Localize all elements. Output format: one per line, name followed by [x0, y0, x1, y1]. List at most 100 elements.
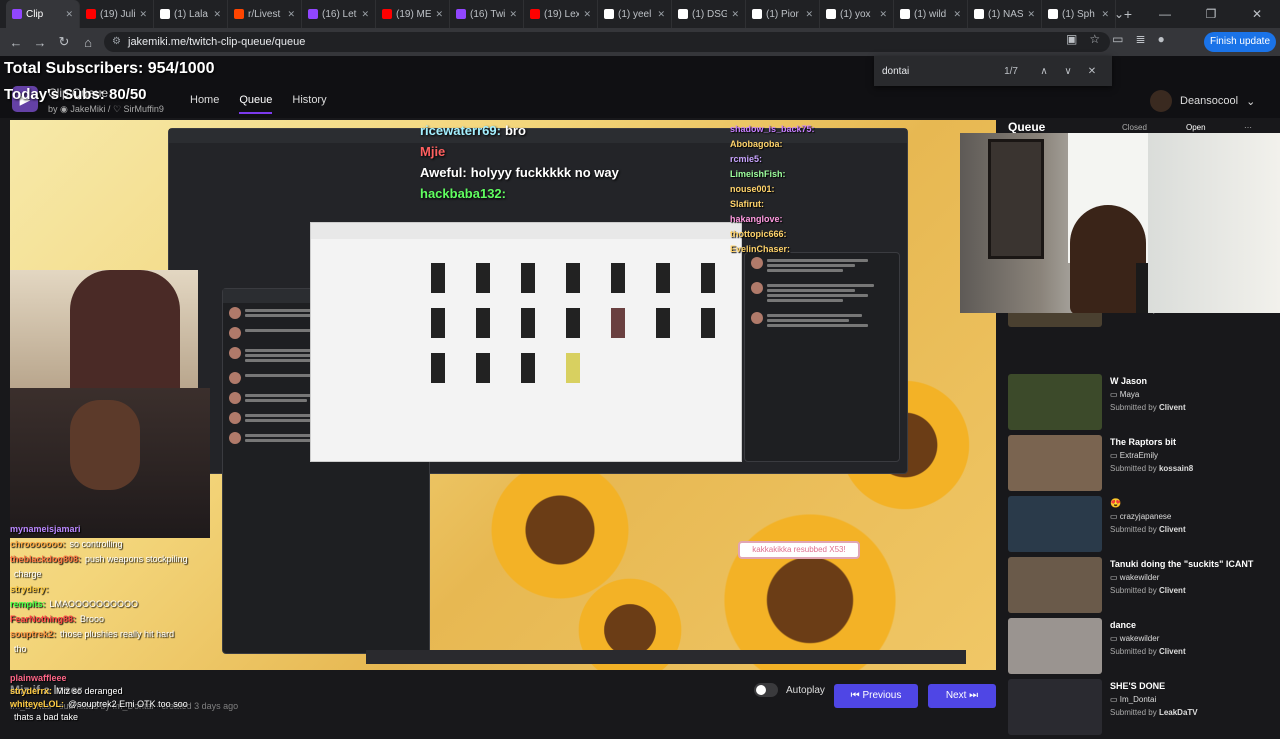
overlay-chat-center: ricewaterr69: bro Mjie Aweful: holyyy fuckkk… — [420, 120, 720, 204]
browser-tab[interactable]: (1) wild ✕ — [894, 0, 968, 28]
chat-message: charge — [10, 567, 250, 582]
site-info-icon[interactable]: ⚙ — [112, 32, 121, 52]
facecam-overlay — [960, 133, 1280, 313]
window-controls: ⌄ — ❐ ✕ — [1096, 0, 1280, 28]
tab-close-icon[interactable]: ✕ — [213, 9, 221, 20]
discord-window-right — [744, 252, 900, 462]
chat-message: chrooooooo: so controlling — [10, 537, 250, 552]
chat-message: stryderrx: Miz so deranged — [10, 685, 310, 698]
tab-favicon-icon — [604, 9, 614, 19]
browser-tab[interactable]: Clip ✕ — [6, 0, 80, 28]
find-input[interactable]: dontai — [882, 66, 1004, 77]
tab-close-icon[interactable]: ✕ — [731, 9, 739, 20]
chat-text: Brooo — [80, 614, 105, 624]
chat-user: whiteyeLOL: — [10, 699, 65, 709]
browser-tab[interactable]: (19) ME ✕ — [376, 0, 450, 28]
tab-favicon-icon — [900, 9, 910, 19]
browser-tab[interactable]: (1) NAS ✕ — [968, 0, 1042, 28]
tab-share-icon[interactable]: ▭ — [1112, 32, 1123, 46]
nav-history[interactable]: History — [292, 94, 326, 114]
profile-icon[interactable]: ● — [1158, 32, 1165, 46]
address-bar-icons: ▣ ☆ ▭ ≣ ● — [1066, 32, 1165, 46]
queue-item[interactable]: 😍 ▭ crazyjapanese Submitted by Clivent — [1004, 496, 1280, 556]
tab-close-icon[interactable]: ✕ — [435, 9, 443, 20]
tab-close-icon[interactable]: ✕ — [879, 9, 887, 20]
queue-item[interactable]: dance ▭ wakewilder Submitted by Clivent — [1004, 618, 1280, 678]
tab-close-icon[interactable]: ✕ — [139, 9, 147, 20]
channel-name: ExtraEmily — [1119, 451, 1159, 460]
tab-favicon-icon — [382, 9, 392, 19]
tab-title: (1) DSG — [692, 8, 728, 20]
browser-tab[interactable]: (1) yox ✕ — [820, 0, 894, 28]
home-icon[interactable]: ⌂ — [76, 35, 100, 50]
back-icon[interactable]: ← — [4, 35, 28, 50]
next-button[interactable]: Next ⏭ — [928, 684, 996, 708]
chat-user: stryderrx: — [10, 686, 53, 696]
submitted-by-label: Submitted by — [1110, 647, 1157, 656]
screenshot-icon[interactable]: ▣ — [1066, 32, 1077, 46]
browser-tab[interactable]: (19) Juli ✕ — [80, 0, 154, 28]
find-close-icon[interactable]: ✕ — [1080, 66, 1104, 77]
nav-queue[interactable]: Queue — [239, 94, 273, 114]
autoplay-toggle[interactable] — [754, 683, 778, 697]
tab-close-icon[interactable]: ✕ — [361, 9, 369, 20]
browser-tab[interactable]: (16) Twi ✕ — [450, 0, 524, 28]
github-icon: ◉ — [60, 104, 68, 114]
tab-close-icon[interactable]: ✕ — [287, 9, 295, 20]
tab-close-icon[interactable]: ✕ — [805, 9, 813, 20]
channel-icon: ▭ — [1110, 634, 1118, 643]
autoplay-label: Autoplay — [786, 684, 825, 696]
browser-tab[interactable]: r/Livest ✕ — [228, 0, 302, 28]
chat-message: hakanglove: — [730, 212, 980, 227]
tab-close-icon[interactable]: ✕ — [953, 9, 961, 20]
reading-list-icon[interactable]: ≣ — [1135, 32, 1145, 46]
chat-message: nouse001: — [730, 182, 980, 197]
minimize-button[interactable]: — — [1142, 7, 1188, 21]
author-jakemiki-link[interactable]: JakeMiki — [70, 104, 105, 114]
chat-user: mynameisjamari — [10, 524, 81, 534]
tab-title: r/Livest — [248, 8, 281, 20]
forward-icon[interactable]: → — [28, 35, 52, 50]
wall-painting — [988, 139, 1044, 259]
tab-close-icon[interactable]: ✕ — [583, 9, 591, 20]
finish-update-button[interactable]: Finish update ⋮ — [1204, 32, 1276, 67]
tab-close-icon[interactable]: ✕ — [1027, 9, 1035, 20]
file-explorer-header — [311, 223, 741, 239]
clip-channel: ▭ Maya — [1110, 390, 1139, 399]
chat-user: plainwaffleee — [10, 673, 67, 683]
tab-title: (1) Sph — [1062, 8, 1095, 20]
channel-icon: ▭ — [1110, 390, 1118, 399]
user-menu[interactable]: Deansocool ⌄ — [1150, 90, 1255, 112]
previous-button[interactable]: ⏮ Previous — [834, 684, 918, 708]
chat-user: hackbaba132: — [420, 186, 506, 201]
chat-user: theblackdog808: — [10, 554, 82, 564]
browser-tab[interactable]: (19) Lex ✕ — [524, 0, 598, 28]
bookmark-star-icon[interactable]: ☆ — [1089, 32, 1100, 46]
browser-tab[interactable]: (1) Pior ✕ — [746, 0, 820, 28]
chat-text: thats a bad take — [14, 712, 79, 722]
reload-icon[interactable]: ↻ — [52, 34, 76, 50]
browser-tab[interactable]: (1) yeel ✕ — [598, 0, 672, 28]
nav-home[interactable]: Home — [190, 94, 219, 114]
tab-search-icon[interactable]: ⌄ — [1096, 7, 1142, 21]
tab-close-icon[interactable]: ✕ — [657, 9, 665, 20]
queue-item[interactable]: The Raptors bit ▭ ExtraEmily Submitted by … — [1004, 435, 1280, 495]
browser-tab[interactable]: (1) DSG ✕ — [672, 0, 746, 28]
clip-submitter: Submitted by LeakDaTV — [1110, 708, 1198, 717]
clip-name: The Raptors bit — [1110, 437, 1177, 447]
find-next-icon[interactable]: ∨ — [1056, 66, 1080, 77]
browser-tab[interactable]: (16) Let ✕ — [302, 0, 376, 28]
maximize-button[interactable]: ❐ — [1188, 7, 1234, 21]
find-previous-icon[interactable]: ∧ — [1032, 66, 1056, 77]
tab-close-icon[interactable]: ✕ — [65, 9, 73, 20]
tab-close-icon[interactable]: ✕ — [509, 9, 517, 20]
queue-item[interactable]: Tanuki doing the "suckits" ICANT ▭ wakewi… — [1004, 557, 1280, 617]
close-window-button[interactable]: ✕ — [1234, 7, 1280, 21]
browser-tab[interactable]: (1) Lala ✕ — [154, 0, 228, 28]
queue-item[interactable]: ▭ Submitted by Clivent — [1004, 305, 1280, 365]
url-field[interactable]: ⚙ jakemiki.me/twitch-clip-queue/queue — [104, 32, 1110, 52]
author-sirmuffin-link[interactable]: SirMuffin9 — [124, 104, 164, 114]
queue-item[interactable]: SHE'S DONE ▭ Im_Dontai Submitted by LeakDa… — [1004, 679, 1280, 739]
chat-text: charge — [14, 569, 42, 579]
queue-item[interactable]: W Jason ▭ Maya Submitted by Clivent — [1004, 374, 1280, 434]
